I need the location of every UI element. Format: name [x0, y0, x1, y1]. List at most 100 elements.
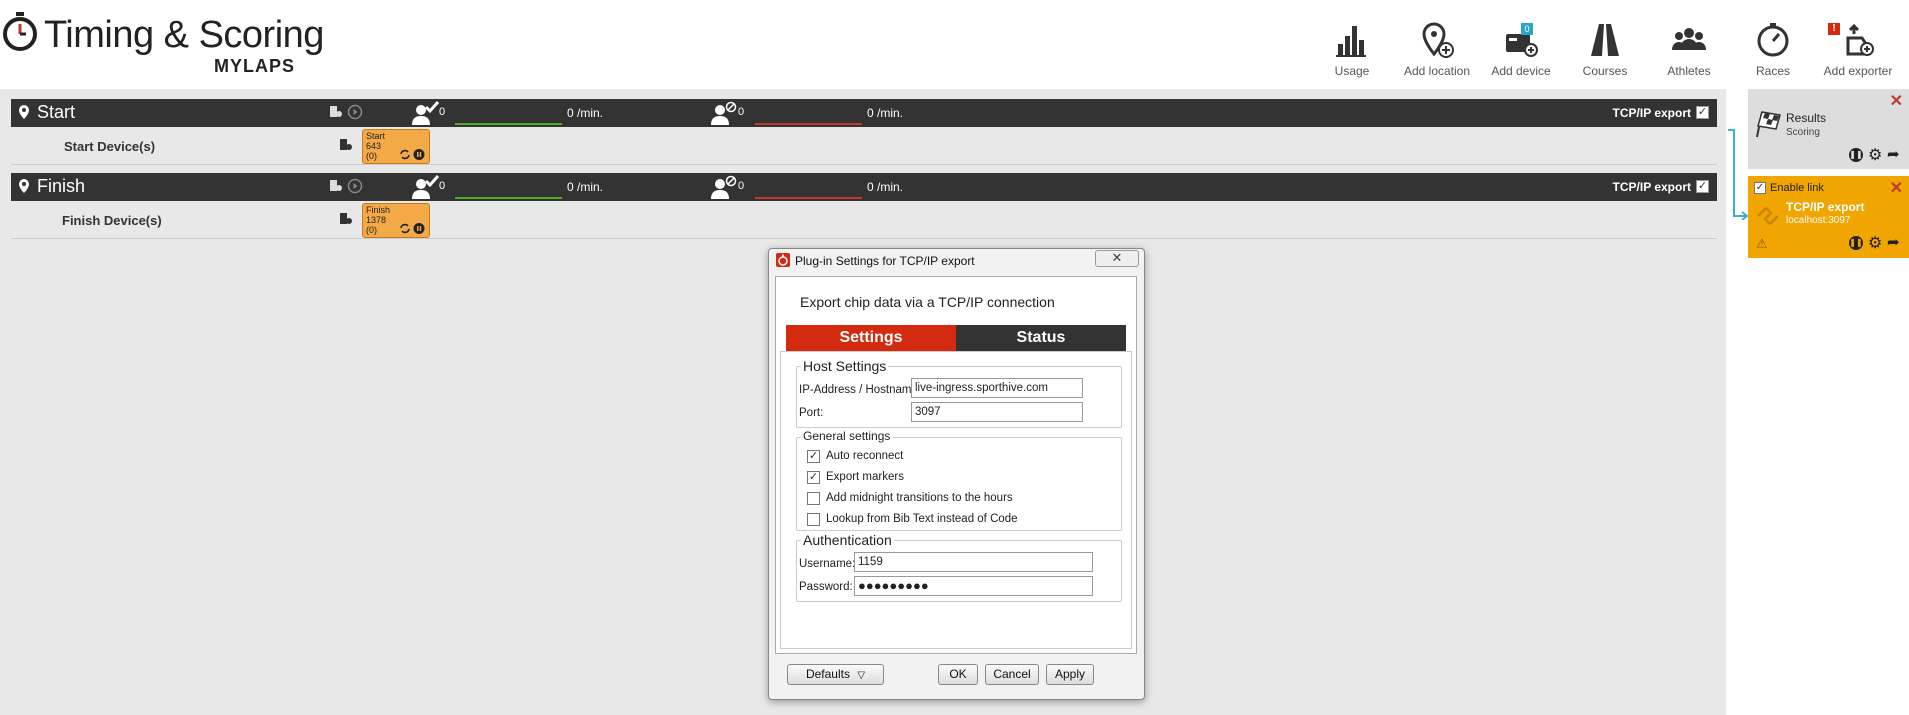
- passings-rate: 0 /min.: [567, 180, 604, 194]
- location-pin-icon: [19, 179, 29, 193]
- location-header-finish[interactable]: Finish 0 0 /min. 0 0 /min. TCP/IP export…: [11, 173, 1717, 201]
- ok-button[interactable]: OK: [938, 664, 978, 685]
- sync-pause-icon[interactable]: [398, 222, 426, 235]
- rejected-person-icon: [711, 101, 737, 125]
- brand-logo: MYLAPS: [214, 56, 296, 76]
- gear-icon[interactable]: ⚙: [1868, 145, 1882, 165]
- app-title: Timing & Scoring: [44, 14, 324, 56]
- device-row-label: Start Device(s): [64, 139, 156, 154]
- cancel-button[interactable]: Cancel: [985, 664, 1039, 685]
- toolbar-athletes-button[interactable]: Athletes: [1646, 22, 1732, 80]
- gear-icon[interactable]: ⚙: [1868, 233, 1882, 253]
- toolbar-label: Add exporter: [1823, 64, 1893, 78]
- rejected-rate: 0 /min.: [867, 106, 904, 120]
- export-markers-checkbox[interactable]: ✓: [807, 471, 820, 484]
- checkbox-label: Auto reconnect: [826, 450, 904, 462]
- location-name: Finish: [37, 176, 86, 196]
- close-icon[interactable]: ✕: [1890, 178, 1903, 198]
- checkbox-label: Lookup from Bib Text instead of Code: [826, 513, 1018, 525]
- settings-tab-panel: Host Settings IP-Address / Hostname: Por…: [780, 351, 1132, 649]
- port-label: Port:: [799, 407, 824, 419]
- toolbar-courses-button[interactable]: Courses: [1562, 22, 1648, 80]
- port-input[interactable]: [911, 402, 1083, 422]
- warning-icon: ⚠: [1756, 236, 1768, 251]
- location-header-start[interactable]: Start 0 0 /min. 0 0 /min. TCP/IP export …: [11, 99, 1717, 127]
- device-row-finish: Finish Device(s) Finish 1378 (0): [11, 201, 1717, 239]
- device-count-badge: 0: [1521, 23, 1533, 35]
- defaults-dropdown-button[interactable]: Defaults ▽: [787, 664, 884, 685]
- checkbox-label: Add midnight transitions to the hours: [826, 492, 1013, 504]
- location-pin-plus-icon: [1422, 22, 1454, 58]
- tcp-export-checkbox[interactable]: ✓: [1696, 180, 1709, 193]
- dialog-titlebar[interactable]: Plug-in Settings for TCP/IP export ✕: [769, 249, 1144, 271]
- passings-level-bar: [455, 123, 562, 125]
- rejected-level-bar: [755, 197, 862, 199]
- stopwatch-icon: [1757, 23, 1789, 57]
- sync-pause-icon[interactable]: [398, 148, 426, 161]
- passings-count: 0: [439, 180, 446, 192]
- device-settings-icon[interactable]: [329, 179, 343, 193]
- apply-button[interactable]: Apply: [1046, 664, 1094, 685]
- pause-icon[interactable]: ❚❚: [1849, 148, 1863, 162]
- enable-link-label: Enable link: [1770, 182, 1824, 194]
- device-chip-start[interactable]: Start 643 (0): [362, 129, 430, 164]
- button-label: Defaults: [805, 667, 850, 681]
- dialog-close-button[interactable]: ✕: [1095, 250, 1139, 267]
- tab-status[interactable]: Status: [956, 325, 1126, 351]
- tcp-export-label: TCP/IP export: [1612, 106, 1691, 120]
- group-legend: Host Settings: [801, 358, 889, 374]
- passings-level-bar: [455, 197, 562, 199]
- username-label: Username:: [799, 558, 856, 570]
- auto-reconnect-checkbox[interactable]: ✓: [807, 450, 820, 463]
- checkered-flag-icon: [1756, 111, 1781, 138]
- location-pin-icon: [19, 105, 29, 119]
- group-legend: Authentication: [801, 532, 894, 548]
- card-title: TCP/IP export: [1786, 200, 1865, 214]
- play-circle-icon[interactable]: [347, 104, 363, 120]
- device-chip-finish[interactable]: Finish 1378 (0): [362, 203, 430, 238]
- play-circle-icon[interactable]: [347, 178, 363, 194]
- bar-chart-icon: [1336, 26, 1366, 57]
- dialog-content: Export chip data via a TCP/IP connection…: [775, 276, 1137, 654]
- close-icon[interactable]: ✕: [1890, 91, 1903, 111]
- tcp-export-card[interactable]: ✓ Enable link ✕ TCP/IP export localhost:…: [1748, 176, 1909, 258]
- host-settings-group: Host Settings IP-Address / Hostname: Por…: [796, 358, 1122, 428]
- share-arrow-icon[interactable]: ➦: [1887, 145, 1900, 163]
- link-connector-line: [1728, 129, 1748, 220]
- enable-link-checkbox[interactable]: ✓: [1754, 182, 1766, 194]
- warning-badge: !: [1828, 23, 1840, 35]
- toolbar-add-location-button[interactable]: Add location: [1394, 22, 1480, 80]
- toolbar-label: Add device: [1491, 64, 1551, 78]
- device-settings-icon[interactable]: [329, 105, 343, 119]
- general-settings-group: General settings ✓ Auto reconnect ✓ Expo…: [796, 429, 1122, 531]
- plugin-settings-dialog: Plug-in Settings for TCP/IP export ✕ Exp…: [768, 248, 1145, 700]
- username-input[interactable]: [854, 552, 1093, 572]
- passings-count: 0: [439, 106, 446, 118]
- lookup-bib-text-checkbox[interactable]: [807, 513, 820, 526]
- toolbar-races-button[interactable]: Races: [1730, 22, 1816, 80]
- tcp-export-checkbox[interactable]: ✓: [1696, 106, 1709, 119]
- share-arrow-icon[interactable]: ➦: [1887, 233, 1900, 251]
- ip-address-input[interactable]: [911, 378, 1083, 398]
- rejected-person-icon: [711, 175, 737, 199]
- toolbar-usage-button[interactable]: Usage: [1309, 22, 1395, 80]
- passings-rate: 0 /min.: [567, 106, 604, 120]
- results-card[interactable]: ✕ Results Scoring ❚❚ ⚙ ➦: [1748, 89, 1909, 169]
- rejected-count: 0: [738, 106, 745, 118]
- passings-person-check-icon: [412, 101, 440, 125]
- device-settings-icon[interactable]: [339, 212, 353, 226]
- pause-icon[interactable]: ❚❚: [1849, 236, 1863, 250]
- device-settings-icon[interactable]: [339, 138, 353, 152]
- toolbar-label: Usage: [1334, 64, 1370, 78]
- athletes-icon: [1672, 28, 1706, 50]
- right-panel: ✕ Results Scoring ❚❚ ⚙ ➦ ✓ Enable link ✕…: [1748, 89, 1909, 715]
- midnight-transitions-checkbox[interactable]: [807, 492, 820, 505]
- toolbar-label: Add location: [1403, 64, 1471, 78]
- password-input[interactable]: [854, 576, 1093, 596]
- exporter-icon: [1846, 23, 1874, 56]
- tab-settings[interactable]: Settings: [786, 325, 956, 351]
- group-legend: General settings: [801, 429, 893, 443]
- checkbox-label: Export markers: [826, 471, 904, 483]
- device-row-label: Finish Device(s): [62, 213, 162, 228]
- dialog-description: Export chip data via a TCP/IP connection: [800, 294, 1055, 310]
